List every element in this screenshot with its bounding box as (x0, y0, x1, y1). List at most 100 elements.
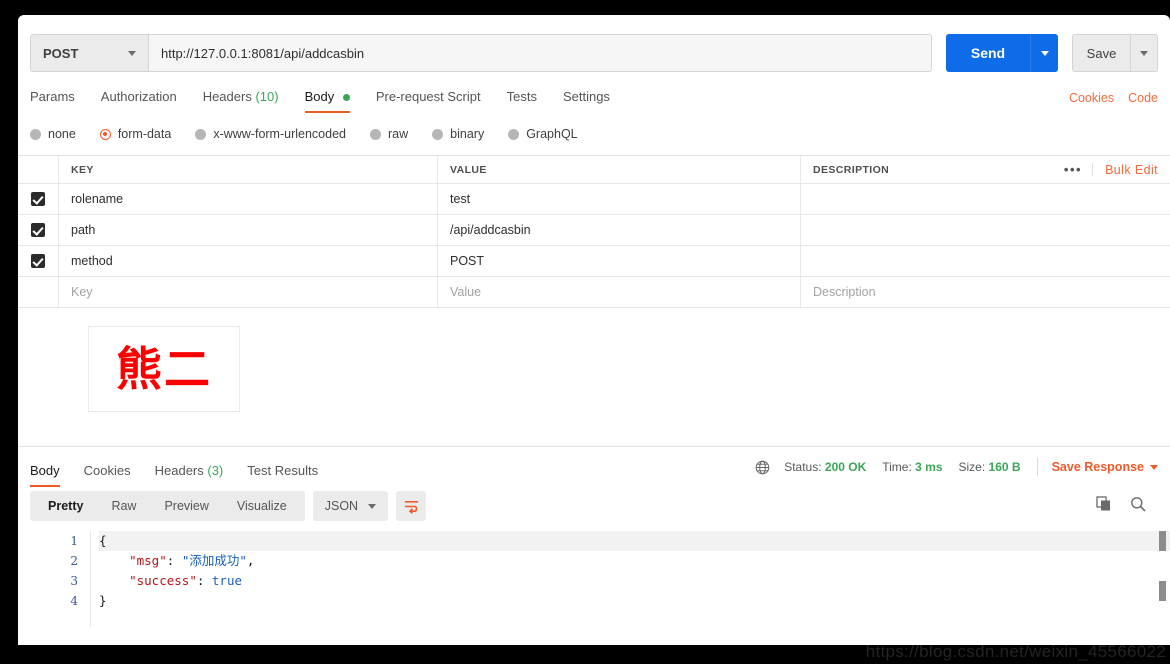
send-options-button[interactable] (1030, 34, 1058, 72)
body-type-label: binary (450, 127, 485, 141)
body-type-form-data[interactable]: form-data (99, 127, 171, 141)
chevron-down-icon (1140, 50, 1148, 56)
send-group: Send (946, 34, 1058, 72)
code-line-2: "msg": "添加成功", (99, 551, 1170, 571)
row-key[interactable]: rolename (59, 184, 438, 214)
time-label: Time: (882, 460, 912, 474)
new-row-description-input[interactable]: Description (801, 277, 1170, 307)
view-mode-visualize[interactable]: Visualize (223, 491, 301, 521)
view-mode-preview[interactable]: Preview (150, 491, 222, 521)
row-checkbox-cell (18, 246, 59, 276)
body-type-radio-group: none form-data x-www-form-urlencoded raw… (18, 127, 1170, 141)
new-row-value-input[interactable]: Value (438, 277, 801, 307)
row-key[interactable]: method (59, 246, 438, 276)
preview-image-area: 熊二 (18, 308, 1170, 430)
body-type-none[interactable]: none (30, 127, 76, 141)
row-key[interactable]: path (59, 215, 438, 245)
status-indicator: Status: 200 OK (784, 460, 866, 474)
row-value[interactable]: /api/addcasbin (438, 215, 801, 245)
copy-icon[interactable] (1096, 495, 1112, 517)
radio-icon (195, 128, 207, 140)
body-type-graphql[interactable]: GraphQL (508, 127, 578, 141)
preview-image-text: 熊二 (116, 342, 212, 396)
more-options-icon[interactable]: ••• (1054, 163, 1094, 176)
table-row[interactable]: method POST (18, 246, 1170, 277)
response-tab-cookies[interactable]: Cookies (84, 451, 131, 487)
view-mode-pretty[interactable]: Pretty (34, 491, 97, 521)
table-row[interactable]: path /api/addcasbin (18, 215, 1170, 246)
body-type-label: raw (388, 127, 409, 141)
row-description[interactable] (801, 246, 1170, 276)
tab-pre-request-script[interactable]: Pre-request Script (376, 83, 481, 113)
tab-headers[interactable]: Headers (10) (203, 83, 279, 113)
header-checkbox-cell (18, 156, 59, 183)
http-method-select[interactable]: POST (30, 34, 148, 72)
chevron-down-icon (128, 50, 136, 56)
json-value-msg: "添加成功" (181, 553, 247, 568)
table-new-row[interactable]: Key Value Description (18, 277, 1170, 308)
tab-label: Body (304, 89, 335, 104)
row-checkbox-cell (18, 215, 59, 245)
cookies-link[interactable]: Cookies (1069, 91, 1114, 105)
json-value-success: true (211, 573, 243, 588)
row-description[interactable] (801, 215, 1170, 245)
body-type-binary[interactable]: binary (432, 127, 484, 141)
status-label: Status: (784, 460, 822, 474)
tab-label: Headers (154, 463, 204, 478)
url-input[interactable] (148, 34, 932, 72)
chevron-down-icon (1150, 464, 1158, 470)
search-icon[interactable] (1130, 496, 1146, 517)
tab-body[interactable]: Body (304, 83, 351, 113)
tab-label: Pre-request Script (375, 89, 481, 104)
tab-params[interactable]: Params (30, 83, 75, 113)
row-checkbox-cell (18, 184, 59, 214)
request-tabs: Params Authorization Headers (10) Body P… (30, 83, 636, 113)
bulk-edit-link[interactable]: Bulk Edit (1093, 163, 1158, 177)
row-checkbox[interactable] (31, 223, 45, 237)
table-row[interactable]: rolename test (18, 184, 1170, 215)
tab-tests[interactable]: Tests (507, 83, 537, 113)
row-value[interactable]: POST (438, 246, 801, 276)
response-tab-headers[interactable]: Headers (3) (155, 451, 224, 487)
viewer-left-controls: Pretty Raw Preview Visualize JSON (30, 491, 427, 521)
wrap-lines-button[interactable] (396, 491, 427, 521)
editor-scrollbar-thumb-top[interactable] (1159, 531, 1166, 551)
response-tab-test-results[interactable]: Test Results (247, 451, 318, 487)
response-body-editor[interactable]: 1 2 3 4 { "msg": "添加成功", "success": true… (18, 531, 1170, 627)
line-number: 1 (70, 534, 78, 548)
tab-authorization[interactable]: Authorization (101, 83, 177, 113)
line-number: 3 (70, 574, 78, 588)
tab-settings[interactable]: Settings (563, 83, 610, 113)
response-tab-body[interactable]: Body (30, 451, 60, 487)
format-select[interactable]: JSON (312, 491, 389, 521)
divider (1036, 458, 1038, 476)
json-colon: : (196, 573, 212, 588)
row-checkbox[interactable] (31, 192, 45, 206)
save-options-button[interactable] (1130, 34, 1158, 72)
globe-icon[interactable] (755, 460, 770, 475)
body-active-dot-icon (342, 94, 350, 102)
save-response-button[interactable]: Save Response (1052, 460, 1158, 474)
json-code-content[interactable]: { "msg": "添加成功", "success": true } (90, 531, 1170, 627)
radio-selected-icon (99, 128, 111, 140)
body-type-x-www-form-urlencoded[interactable]: x-www-form-urlencoded (195, 127, 346, 141)
code-link[interactable]: Code (1128, 91, 1158, 105)
save-button[interactable]: Save (1072, 34, 1130, 72)
json-brace-open: { (99, 533, 107, 548)
line-number: 2 (70, 554, 78, 568)
json-key-msg: "msg" (129, 553, 167, 568)
code-line-4: } (99, 591, 1170, 611)
size-indicator: Size: 160 B (959, 460, 1021, 474)
table-header-row: KEY VALUE DESCRIPTION ••• Bulk Edit (18, 156, 1170, 184)
new-row-key-input[interactable]: Key (59, 277, 438, 307)
table-actions: ••• Bulk Edit (1054, 163, 1158, 177)
row-checkbox[interactable] (31, 254, 45, 268)
view-mode-segment: Pretty Raw Preview Visualize (30, 491, 305, 521)
send-button[interactable]: Send (946, 34, 1030, 72)
row-description[interactable] (801, 184, 1170, 214)
view-mode-raw[interactable]: Raw (97, 491, 150, 521)
editor-scrollbar-thumb[interactable] (1159, 581, 1166, 601)
body-type-raw[interactable]: raw (370, 127, 408, 141)
row-value[interactable]: test (438, 184, 801, 214)
save-group: Save (1072, 34, 1158, 72)
